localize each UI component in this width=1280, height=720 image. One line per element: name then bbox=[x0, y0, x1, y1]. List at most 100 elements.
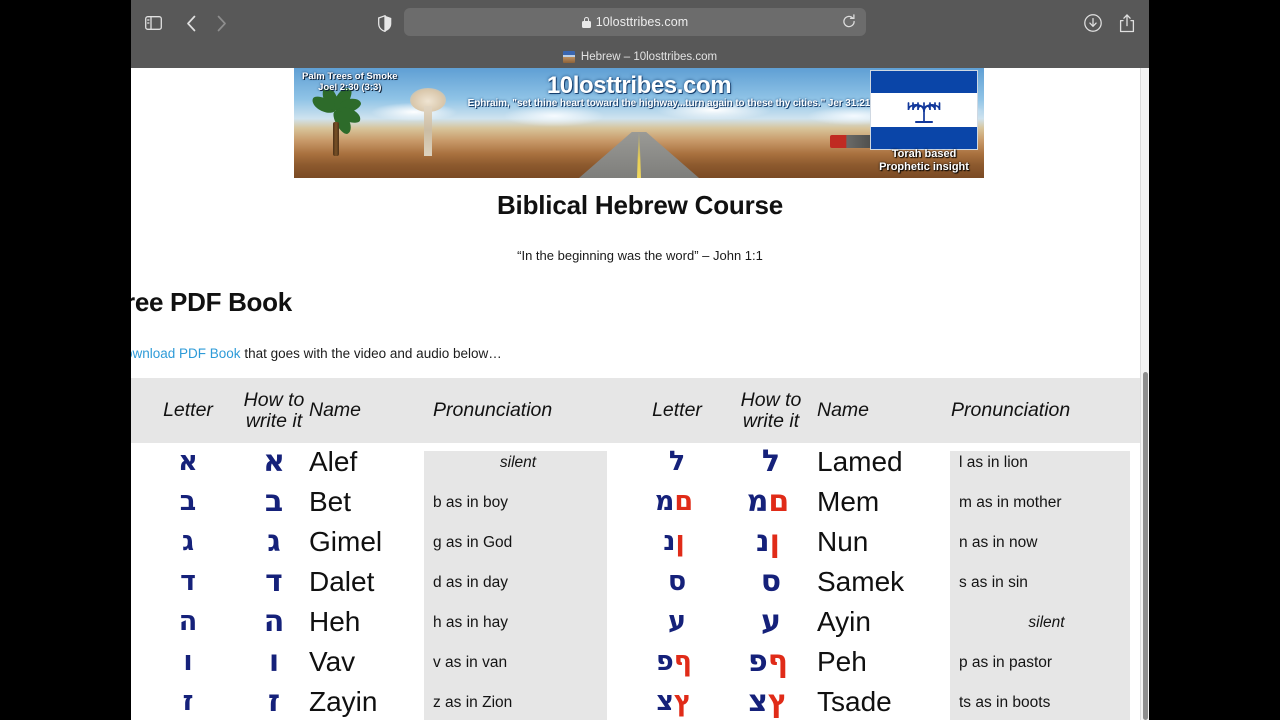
cell-printed-letter: ץצ bbox=[728, 685, 814, 719]
final-form-letter: ם bbox=[674, 486, 694, 517]
reload-icon[interactable] bbox=[842, 14, 856, 34]
flag-graphic bbox=[870, 70, 978, 150]
cell-letter-name: Ayin bbox=[817, 606, 871, 637]
table-row: ץצ ץצ Tsade ts as in boots bbox=[131, 683, 1145, 720]
cell-script-letter: ץצ bbox=[631, 685, 723, 719]
cell-letter-name: Tsade bbox=[817, 686, 892, 717]
cell-letter-name: Peh bbox=[817, 646, 867, 677]
back-icon[interactable] bbox=[177, 9, 205, 37]
page-viewport: Palm Trees of Smoke Joel 2:30 (3:3) 10lo… bbox=[131, 68, 1149, 720]
script-letter: פ bbox=[656, 646, 674, 677]
script-letter: נ bbox=[663, 526, 676, 557]
cell-pronunciation: s as in sin bbox=[959, 574, 1028, 591]
header-how-to-write-left-l1: How to bbox=[243, 388, 305, 411]
cell-script-letter: ףפ bbox=[631, 645, 723, 679]
browser-chrome: 10losttribes.com Hebrew – 10losttribes.c… bbox=[131, 0, 1149, 68]
tab-title: Hebrew – 10losttribes.com bbox=[580, 50, 718, 63]
hebrew-alphabet-table: Letter How to write it Name Pronunciatio… bbox=[131, 378, 1145, 720]
cell-pronunciation: ts as in boots bbox=[959, 694, 1051, 711]
israel-flag-badge: Torah based Prophetic insight bbox=[870, 70, 978, 176]
cell-pronunciation: silent bbox=[1028, 614, 1065, 631]
cell-printed-letter: ןנ bbox=[728, 525, 814, 559]
final-form-letter: ף bbox=[673, 646, 692, 677]
cell-letter-name: Samek bbox=[817, 566, 905, 597]
cell-letter-name: Nun bbox=[817, 526, 869, 557]
privacy-shield-icon[interactable] bbox=[371, 9, 399, 37]
download-pdf-book-link[interactable]: ownload PDF Book bbox=[131, 346, 241, 361]
cell-script-letter: ס bbox=[631, 565, 723, 599]
tractor-decoration bbox=[830, 135, 872, 148]
flag-caption-line2: Prophetic insight bbox=[879, 161, 969, 173]
letterbox-left bbox=[0, 0, 131, 720]
lock-icon bbox=[581, 16, 591, 28]
printed-letter: צ bbox=[748, 684, 768, 719]
cell-letter-name: Mem bbox=[817, 486, 880, 517]
pdf-book-paragraph: ownload PDF Book that goes with the vide… bbox=[131, 346, 502, 361]
header-pronunciation-right: Pronunciation bbox=[951, 399, 1071, 421]
cell-printed-letter: ףפ bbox=[728, 645, 814, 679]
sidebar-toggle-icon[interactable] bbox=[139, 9, 167, 37]
final-form-letter: ץ bbox=[767, 684, 788, 719]
page-title: Biblical Hebrew Course bbox=[496, 190, 784, 220]
header-how-to-write-left: How to write it bbox=[231, 388, 317, 432]
printed-letter: ס bbox=[760, 564, 782, 599]
printed-letter: פ bbox=[748, 644, 768, 679]
cell-printed-letter: ע bbox=[728, 605, 814, 639]
final-form-letter: ץ bbox=[673, 686, 692, 717]
favicon-icon bbox=[562, 50, 575, 63]
cell-script-letter: םמ bbox=[631, 485, 723, 519]
cell-printed-letter: ס bbox=[728, 565, 814, 599]
cell-pronunciation: n as in now bbox=[959, 534, 1038, 551]
page-quote: “In the beginning was the word” – John 1… bbox=[517, 248, 763, 263]
header-how-to-write-right-l2: write it bbox=[742, 409, 800, 432]
flag-caption-line1: Torah based bbox=[891, 148, 957, 160]
share-icon[interactable] bbox=[1113, 9, 1141, 37]
final-form-letter: ם bbox=[768, 484, 790, 519]
header-letter-right: Letter bbox=[652, 399, 702, 421]
final-form-letter: ף bbox=[767, 644, 788, 679]
address-bar[interactable]: 10losttribes.com bbox=[404, 8, 866, 36]
cell-printed-letter: םמ bbox=[728, 485, 814, 519]
printed-letter: ל bbox=[761, 444, 781, 479]
printed-letter: מ bbox=[746, 484, 769, 519]
script-letter: ל bbox=[668, 446, 686, 477]
header-how-to-write-left-l2: write it bbox=[245, 409, 303, 432]
downloads-icon[interactable] bbox=[1079, 9, 1107, 37]
table-row: ע ע Ayin silent bbox=[131, 603, 1145, 643]
table-body: א א Alef silent ב ב Bet b as in boy ג ג Gimel g as … bbox=[131, 443, 1145, 720]
table-row: ל ל Lamed l as in lion bbox=[131, 443, 1145, 483]
final-form-letter: ן bbox=[675, 526, 685, 557]
menorah-icon bbox=[907, 102, 941, 124]
cell-script-letter: ע bbox=[631, 605, 723, 639]
address-bar-url: 10losttribes.com bbox=[595, 15, 689, 29]
cell-pronunciation: m as in mother bbox=[959, 494, 1062, 511]
flag-caption: Torah based Prophetic insight bbox=[866, 148, 982, 174]
table-header-row: Letter How to write it Name Pronunciatio… bbox=[131, 378, 1145, 443]
scrollbar-thumb[interactable] bbox=[1143, 372, 1148, 720]
header-pronunciation-left: Pronunciation bbox=[433, 399, 553, 421]
script-letter: צ bbox=[656, 686, 674, 717]
header-how-to-write-right-l1: How to bbox=[740, 388, 802, 411]
header-name-right: Name bbox=[817, 399, 870, 421]
cell-pronunciation: p as in pastor bbox=[959, 654, 1053, 671]
cell-printed-letter: ל bbox=[728, 445, 814, 479]
printed-letter: ע bbox=[761, 604, 781, 639]
header-name-left: Name bbox=[309, 399, 362, 421]
table-row: ףפ ףפ Peh p as in pastor bbox=[131, 643, 1145, 683]
letterbox-right bbox=[1149, 0, 1280, 720]
screen: 10losttribes.com Hebrew – 10losttribes.c… bbox=[0, 0, 1280, 720]
site-banner-image[interactable]: Palm Trees of Smoke Joel 2:30 (3:3) 10lo… bbox=[294, 68, 984, 178]
table-row: ס ס Samek s as in sin bbox=[131, 563, 1145, 603]
cell-script-letter: ןנ bbox=[631, 525, 723, 559]
header-how-to-write-right: How to write it bbox=[728, 388, 814, 432]
script-letter: ע bbox=[668, 606, 686, 637]
tab-hebrew[interactable]: Hebrew – 10losttribes.com bbox=[553, 50, 727, 63]
header-letter-left: Letter bbox=[163, 399, 213, 421]
cell-script-letter: ל bbox=[631, 445, 723, 479]
content-vertical-scrollbar[interactable] bbox=[1140, 68, 1149, 720]
cell-pronunciation: l as in lion bbox=[959, 454, 1028, 471]
section-heading-free-pdf-book: ree PDF Book bbox=[131, 287, 292, 317]
script-letter: מ bbox=[654, 486, 675, 517]
browser-toolbar: 10losttribes.com bbox=[131, 0, 1149, 45]
final-form-letter: ן bbox=[769, 524, 780, 559]
